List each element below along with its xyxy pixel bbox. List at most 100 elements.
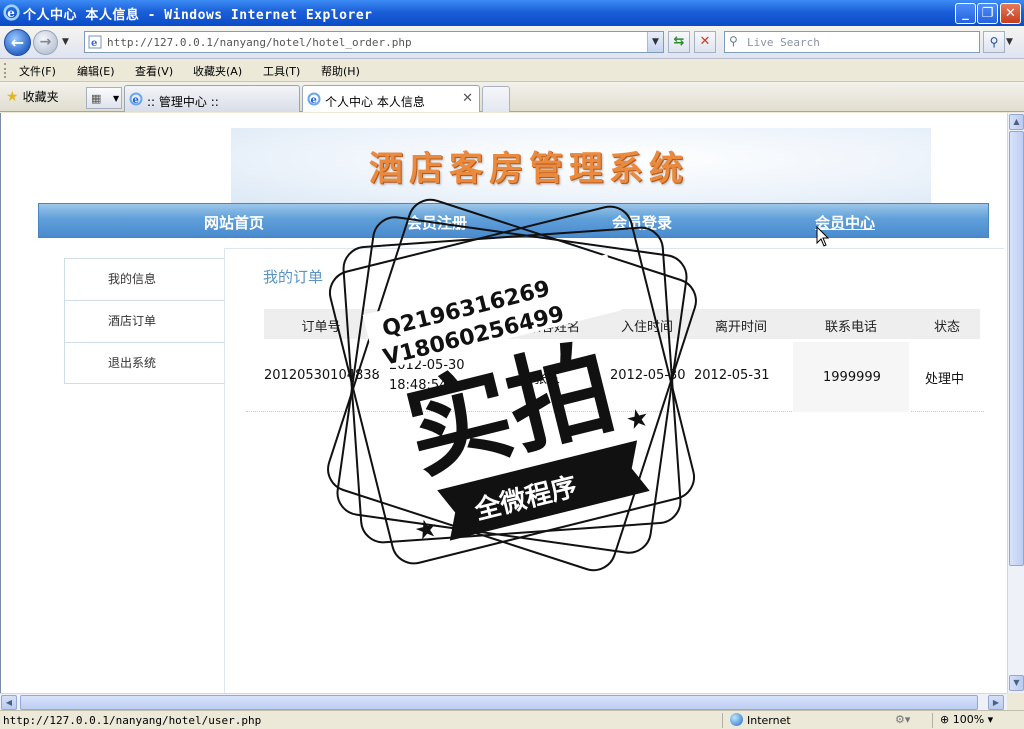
cell-guest: 张三 — [534, 372, 561, 387]
minimize-button[interactable]: _ — [955, 3, 976, 24]
menu-favorites[interactable]: 收藏夹(A) — [193, 63, 242, 79]
protected-mode-icon[interactable]: ⚙▾ — [895, 713, 910, 726]
cell-order-clock: 18:48:54 — [389, 378, 448, 393]
stop-button[interactable]: ✕ — [694, 31, 716, 53]
forward-arrow-icon: → — [39, 34, 52, 50]
cell-checkin: 2012-05-30 — [610, 368, 686, 383]
forward-button[interactable]: → — [33, 30, 58, 55]
page-viewport: 酒店客房管理系统 网站首页 会员注册 会员登录 会员中心 我的信息 酒店订单 退… — [0, 113, 1007, 693]
magnifier-icon: ⚲ — [989, 35, 999, 49]
tab-admin-center[interactable]: e :: 管理中心 :: — [124, 85, 300, 112]
column-header-checkout: 离开时间 — [714, 320, 768, 335]
cell-checkout: 2012-05-31 — [694, 368, 770, 383]
page-icon: e — [88, 35, 102, 49]
cell-order-no: 20120530104838 — [264, 368, 380, 383]
tab-bar: ★ 收藏夹 ▦ ▼ e :: 管理中心 :: e 个人中心 本人信息 ✕ — [0, 82, 1024, 112]
favorites-button[interactable]: ★ 收藏夹 — [6, 88, 59, 105]
close-button[interactable]: ✕ — [1000, 3, 1021, 24]
tab-label: 个人中心 本人信息 — [325, 95, 425, 109]
menu-help[interactable]: 帮助(H) — [321, 63, 360, 79]
tab-personal-center[interactable]: e 个人中心 本人信息 ✕ — [302, 85, 480, 112]
status-separator — [932, 713, 933, 728]
back-arrow-icon: ← — [10, 33, 25, 52]
zoom-control[interactable]: ⊕ 100% ▾ — [940, 713, 993, 726]
nav-login[interactable]: 会员登录 — [612, 212, 672, 233]
refresh-icon: ⇆ — [673, 34, 685, 49]
window-titlebar[interactable]: e 个人中心 本人信息 - Windows Internet Explorer … — [0, 0, 1024, 26]
search-options-dropdown-icon[interactable]: ▼ — [1006, 37, 1013, 47]
scroll-down-icon[interactable]: ▼ — [1009, 675, 1024, 691]
sidebar-item-logout[interactable]: 退出系统 — [65, 343, 225, 385]
new-tab-button[interactable] — [482, 86, 510, 112]
search-icon: ⚲ — [729, 34, 738, 48]
nav-register[interactable]: 会员注册 — [407, 212, 467, 233]
svg-text:e: e — [133, 95, 139, 106]
member-sidebar: 我的信息 酒店订单 退出系统 — [64, 258, 225, 384]
nav-home[interactable]: 网站首页 — [204, 212, 264, 233]
column-header-phone: 联系电话 — [824, 320, 878, 335]
ie-page-icon: e — [129, 92, 143, 106]
cell-order-date: 2012-05-30 — [389, 358, 465, 373]
maximize-button[interactable]: ❐ — [977, 3, 998, 24]
status-bar: http://127.0.0.1/nanyang/hotel/user.php … — [0, 710, 1024, 729]
back-button[interactable]: ← — [4, 29, 31, 56]
address-bar[interactable]: e http://127.0.0.1/nanyang/hotel/hotel_o… — [84, 31, 664, 53]
column-header-order-no: 订单号 — [301, 320, 341, 335]
orders-title: 我的订单 — [263, 268, 324, 286]
column-header-guest: 乘客姓名 — [527, 320, 581, 335]
sidebar-item-hotel-orders[interactable]: 酒店订单 — [65, 301, 225, 343]
scroll-right-icon[interactable]: ▶ — [988, 695, 1004, 710]
column-header-checkin: 入住时间 — [620, 320, 674, 335]
tab-list-dropdown-icon[interactable]: ▼ — [113, 94, 119, 103]
quick-tabs-button[interactable]: ▦ ▼ — [86, 87, 122, 109]
tab-close-icon[interactable]: ✕ — [462, 91, 473, 106]
zone-label: Internet — [747, 714, 791, 727]
zoom-icon: ⊕ — [940, 713, 950, 726]
menu-tools[interactable]: 工具(T) — [263, 63, 300, 79]
menu-file[interactable]: 文件(F) — [19, 63, 56, 79]
orders-table-header: 订单号 订购时间 乘客姓名 入住时间 离开时间 联系电话 状态 — [264, 309, 980, 339]
menu-bar: 文件(F) 编辑(E) 查看(V) 收藏夹(A) 工具(T) 帮助(H) — [0, 59, 1024, 82]
address-url[interactable]: http://127.0.0.1/nanyang/hotel/hotel_ord… — [107, 36, 412, 49]
cell-phone: 1999999 — [823, 370, 881, 385]
globe-icon — [730, 713, 743, 726]
cell-status: 处理中 — [925, 372, 965, 387]
scroll-left-icon[interactable]: ◀ — [1, 695, 17, 710]
scroll-up-icon[interactable]: ▲ — [1009, 114, 1024, 130]
site-navigation: 网站首页 会员注册 会员登录 会员中心 — [38, 203, 989, 238]
status-separator — [722, 713, 723, 728]
scrollbar-corner — [1007, 693, 1024, 710]
status-url: http://127.0.0.1/nanyang/hotel/user.php — [3, 714, 262, 727]
history-dropdown-icon[interactable]: ▼ — [62, 37, 69, 47]
svg-text:e: e — [311, 95, 317, 106]
column-header-status: 状态 — [933, 320, 961, 335]
mouse-cursor-icon — [816, 226, 830, 247]
address-dropdown-icon[interactable]: ▼ — [647, 32, 663, 52]
search-placeholder[interactable]: Live Search — [747, 36, 820, 49]
tab-label: :: 管理中心 :: — [147, 95, 219, 109]
cell-divider — [909, 342, 911, 412]
site-title: 酒店客房管理系统 — [369, 149, 689, 189]
vertical-scrollbar[interactable]: ▲ ▼ — [1007, 113, 1024, 693]
refresh-button[interactable]: ⇆ — [668, 31, 690, 53]
toolbar-grip[interactable] — [4, 63, 7, 78]
menu-view[interactable]: 查看(V) — [135, 63, 173, 79]
horizontal-scrollbar[interactable]: ◀ ▶ — [0, 693, 1007, 710]
favorites-label: 收藏夹 — [22, 90, 59, 104]
quick-tabs-grid-icon: ▦ — [91, 92, 102, 105]
search-go-button[interactable]: ⚲ — [983, 31, 1005, 53]
security-zone[interactable]: Internet — [730, 713, 791, 727]
menu-edit[interactable]: 编辑(E) — [77, 63, 115, 79]
vertical-scroll-thumb[interactable] — [1009, 131, 1024, 566]
window-title: 个人中心 本人信息 - Windows Internet Explorer — [23, 8, 373, 23]
zoom-level: 100% — [952, 713, 985, 726]
svg-text:e: e — [7, 6, 15, 20]
search-box[interactable]: ⚲ Live Search — [724, 31, 980, 53]
sidebar-item-my-info[interactable]: 我的信息 — [65, 259, 225, 301]
horizontal-scroll-thumb[interactable] — [20, 695, 978, 710]
svg-text:e: e — [91, 38, 97, 49]
ie-page-icon: e — [307, 92, 321, 106]
stop-icon: ✕ — [699, 34, 711, 49]
table-row[interactable]: 20120530104838 2012-05-30 18:48:54 张三 20… — [246, 342, 984, 412]
ie-logo-icon: e — [3, 4, 20, 21]
